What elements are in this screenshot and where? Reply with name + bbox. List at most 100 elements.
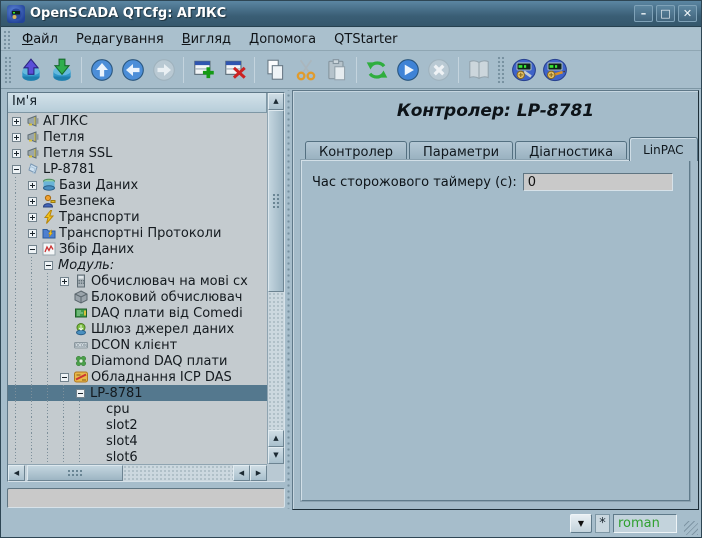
database-icon (40, 177, 57, 193)
current-user-badge[interactable]: roman (613, 514, 677, 533)
tab-2[interactable]: Діагностика (515, 141, 627, 161)
security-icon (40, 193, 57, 209)
expand-icon[interactable] (28, 181, 37, 190)
horizontal-scrollbar[interactable]: ◀ ◀ ▶ (8, 464, 267, 481)
scroll-left-icon[interactable]: ◀ (233, 465, 250, 481)
menu-item-2[interactable]: Вигляд (173, 30, 240, 49)
expand-icon[interactable] (60, 277, 69, 286)
delete-item-button[interactable] (219, 55, 250, 86)
tree-item[interactable]: Модуль: (8, 257, 267, 273)
menu-item-3[interactable]: Допомога (240, 30, 325, 49)
tree-item[interactable]: Петля SSL (8, 145, 267, 161)
expand-icon[interactable] (28, 197, 37, 206)
tree-item-label: Транспорти (57, 210, 142, 225)
statusbar-dropdown-button[interactable]: ▼ (570, 514, 592, 533)
copy-item-button[interactable] (259, 55, 290, 86)
gem-icon (24, 161, 41, 177)
tree-item[interactable]: DAQ плати від Comedi (8, 305, 267, 321)
add-item-button[interactable] (188, 55, 219, 86)
tree-filter-input[interactable] (7, 488, 285, 508)
tree-item[interactable]: Петля (8, 129, 267, 145)
tree-item[interactable]: Транспорти (8, 209, 267, 225)
tree-item[interactable]: slot2 (8, 417, 267, 433)
title-bar[interactable]: OpenSCADA QTCfg: АГЛКС – □ ✕ (1, 1, 701, 27)
expand-icon[interactable] (28, 213, 37, 222)
watchdog-input[interactable] (523, 173, 673, 191)
start-periodic-update-button[interactable] (392, 55, 423, 86)
collapse-icon[interactable] (12, 165, 21, 174)
tree-item[interactable]: cpu (8, 401, 267, 417)
scroll-left-icon[interactable]: ◀ (8, 465, 25, 481)
vertical-scrollbar[interactable]: ▲ ▲ ▼ (267, 93, 284, 464)
scroll-up-icon[interactable]: ▲ (268, 430, 284, 447)
tree-item[interactable]: Шлюз джерел даних (8, 321, 267, 337)
tree-guide (40, 417, 56, 433)
refresh-button[interactable] (361, 55, 392, 86)
vertical-scrollbar-track[interactable] (268, 292, 284, 430)
minimize-button[interactable]: – (634, 5, 653, 22)
tree-item-label: АГЛКС (41, 114, 90, 129)
tree-item[interactable]: slot6 (8, 449, 267, 464)
resize-grip-icon[interactable] (684, 521, 698, 535)
go-up-button[interactable] (86, 55, 117, 86)
cut-item-button[interactable] (290, 55, 321, 86)
panel-splitter[interactable] (285, 90, 292, 509)
menu-item-0[interactable]: Файл (13, 30, 67, 49)
tab-0[interactable]: Контролер (305, 141, 407, 161)
horizontal-scrollbar-track[interactable] (123, 465, 233, 481)
tree-item[interactable]: Блоковий обчислювач (8, 289, 267, 305)
tree-item-selected[interactable]: LP-8781 (8, 385, 267, 401)
tree-item[interactable]: Diamond DAQ плати (8, 353, 267, 369)
toolbar-handle[interactable] (4, 56, 11, 84)
collapse-icon[interactable] (60, 373, 69, 382)
add-item-icon (191, 57, 217, 83)
save-to-db-button[interactable] (46, 55, 77, 86)
expand-icon[interactable] (12, 133, 21, 142)
tree-item[interactable]: Обчислювач на мові сх (8, 273, 267, 289)
tree-item-label: LP-8781 (88, 386, 145, 401)
tree-guide (40, 353, 56, 369)
tree-item[interactable]: Транспортні Протоколи (8, 225, 267, 241)
tree-header[interactable]: Ім'я (8, 93, 267, 113)
svg-text:DCON: DCON (74, 343, 86, 348)
tree-guide (24, 369, 40, 385)
collapse-icon[interactable] (28, 245, 37, 254)
menubar-handle[interactable] (3, 30, 10, 49)
tree-item[interactable]: Бази Даних (8, 177, 267, 193)
expand-icon[interactable] (28, 229, 37, 238)
horizontal-scrollbar-thumb[interactable] (27, 465, 123, 481)
tree-item[interactable]: Обладнання ICP DAS (8, 369, 267, 385)
statusbar-star-button[interactable]: * (595, 514, 610, 533)
toolbar-handle[interactable] (497, 56, 504, 84)
scroll-up-icon[interactable]: ▲ (268, 93, 284, 110)
go-back-button[interactable] (117, 55, 148, 86)
vertical-scrollbar-thumb[interactable] (268, 110, 284, 292)
expand-icon[interactable] (12, 149, 21, 158)
close-button[interactable]: ✕ (678, 5, 697, 22)
tree-guide (8, 369, 24, 385)
tree-guide (72, 417, 88, 433)
tree-expander-cell (24, 177, 40, 193)
tree-item[interactable]: slot4 (8, 433, 267, 449)
tree-item[interactable]: Безпека (8, 193, 267, 209)
qtstarter-config-button[interactable] (508, 55, 539, 86)
tree-item[interactable]: LP-8781 (8, 161, 267, 177)
tree-item[interactable]: АГЛКС (8, 113, 267, 129)
qtstarter-vision-button[interactable] (539, 55, 570, 86)
collapse-icon[interactable] (44, 261, 53, 270)
collapse-icon[interactable] (76, 389, 85, 398)
tab-3-active[interactable]: LinPAC (629, 137, 697, 161)
maximize-button[interactable]: □ (656, 5, 675, 22)
menu-item-1[interactable]: Редагування (67, 30, 173, 49)
scroll-right-icon[interactable]: ▶ (250, 465, 267, 481)
expand-icon[interactable] (12, 117, 21, 126)
tree-item[interactable]: Збір Даних (8, 241, 267, 257)
tab-1[interactable]: Параметри (409, 141, 513, 161)
tree-item[interactable]: DCONDCON клієнт (8, 337, 267, 353)
scroll-down-icon[interactable]: ▼ (268, 447, 284, 464)
menu-item-qtstarter[interactable]: QTStarter (325, 30, 406, 49)
tree-item-label: slot2 (104, 418, 140, 433)
load-from-db-button[interactable] (15, 55, 46, 86)
manual-button (463, 55, 494, 86)
tree-guide (24, 257, 40, 273)
